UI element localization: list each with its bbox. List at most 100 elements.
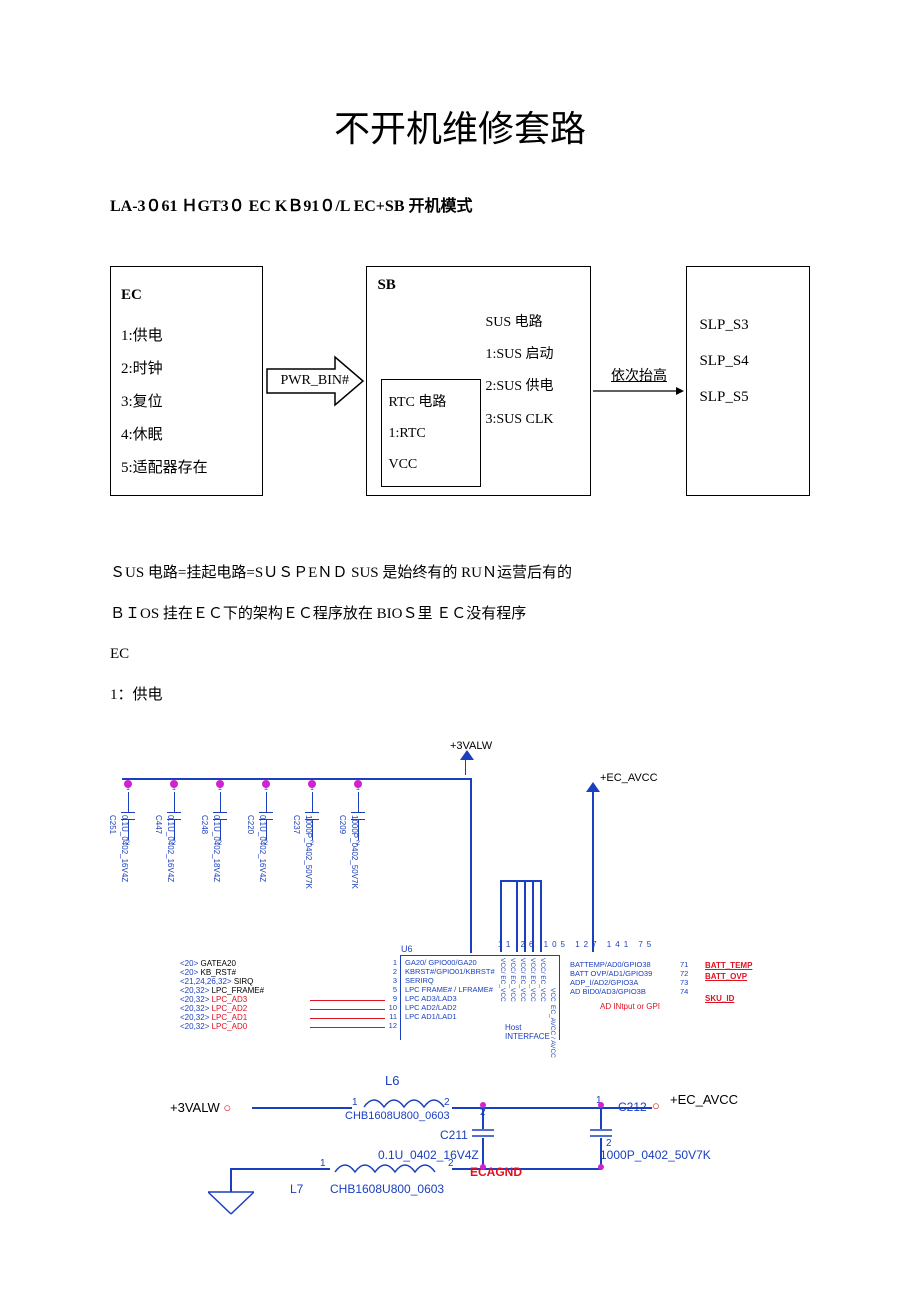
junction-icon [478,1162,488,1172]
ec-item: 3:复位 [121,386,252,419]
vcc-label: VCC/ EC_VCC [518,958,527,1002]
arrow-pwrbin: PWR_BIN# [263,351,366,411]
ec-item: 1:供电 [121,320,252,353]
subtitle: LA-3０61 ＨGT3０ EC KＢ91０/L EC+SB 开机模式 [110,192,810,216]
sb-sus-col: SUS 电路 1:SUS 启动 2:SUS 供电 3:SUS CLK [485,307,553,436]
schematic-diagram: +3VALW +EC_AVCC 1 2 C251 0.1U_0402_16V4Z… [110,730,810,1210]
ec-item: 5:适配器存在 [121,452,252,485]
body-text: ＳUS 电路=挂起电路=SＵＳＰEＮＤ SUS 是始终有的 RUＮ运营后有的 Ｂ… [110,556,810,712]
sb-box: SB SUS 电路 1:SUS 启动 2:SUS 供电 3:SUS CLK RT… [366,266,591,496]
flow-diagram: EC 1:供电 2:时钟 3:复位 4:休眠 5:适配器存在 PWR_BIN# … [110,266,810,496]
capacitor: 1 2 C220 0.1U_0402_16V4Z [248,785,284,847]
vcc-label: VCC/ EC_VCC [498,958,507,1002]
rail-avcc: +EC_AVCC [600,772,658,784]
capacitor-bank: 1 2 C251 0.1U_0402_16V4Z 1 2 C447 0.1U_0… [110,785,430,935]
ec-item: 4:休眠 [121,419,252,452]
inductor-icon [330,1160,440,1178]
lc-C212: C212 [618,1100,647,1114]
lc-L7: L7 [290,1182,303,1196]
signal-row: <20,32> LPC_AD1 [180,1013,264,1022]
arrow-label: PWR_BIN# [281,373,349,389]
chip-left-pins: GA20/ GPIO00/GA20KBRST#/GPIO01/KBRST#SER… [405,958,495,1021]
lc-C212-val: 1000P_0402_50V7K [600,1148,711,1162]
junction-icon [124,780,132,788]
vcc-label: VCC [548,988,557,1002]
lc-L7-part: CHB1608U800_0603 [330,1182,444,1196]
sb-rtc-box: RTC 电路 1:RTC VCC [381,379,481,487]
batt-net: SKU_ID [705,993,752,1004]
slp-box: SLP_S3 SLP_S4 SLP_S5 [686,266,810,496]
para3: EC [110,637,810,672]
sb-header: SB [377,277,580,294]
batt-pin-num: 72 [680,969,688,978]
signal-row: <20,32> LPC_AD2 [180,1004,264,1013]
sus-item: 2:SUS 供电 [485,371,553,403]
lc-filter-section: +3VALW ○ L6 1 2 CHB1608U800_0603 2 C211 … [170,1070,790,1210]
junction-icon [596,1100,606,1110]
power-arrow-icon [460,750,474,760]
junction-icon [216,780,224,788]
chip-batt-nums: 71727374 [680,960,688,996]
rtc-item: 1:RTC [388,419,474,450]
batt-net [705,982,752,993]
para2: ＢＩOS 挂在ＥＣ下的架构ＥＣ程序放在 BIOＳ里 ＥＣ没有程序 [110,597,810,632]
signal-row: <20,32> LPC_AD0 [180,1022,264,1031]
vcc-label: VCC/ EC_VCC [538,958,547,1002]
batt-pin-num: 74 [680,987,688,996]
capacitor: 1 2 C251 0.1U_0402_16V4Z [110,785,146,847]
para4: 1：供电 [110,678,810,713]
chip-label: U6 [401,944,413,954]
chip-pin-label: LPC AD1/LAD1 [405,1012,495,1021]
red-wires [310,962,390,1032]
junction-icon [262,780,270,788]
ground-icon [208,1190,254,1216]
signal-row: <21,24,26,32> SIRQ [180,977,264,986]
capacitor: 1 2 C237 1000P_0402_50V7K [294,785,330,847]
vcc-label: VCC/ EC_VCC [508,958,517,1002]
signal-row: <20,32> LPC_AD3 [180,995,264,1004]
lc-3valw: +3VALW ○ [170,1100,231,1115]
sus-item: 3:SUS CLK [485,404,553,436]
capacitor: 1 2 C209 1000P_0402_50V7K [340,785,376,847]
chip-vcc-labels: VCC/ EC_VCCVCC/ EC_VCCVCC/ EC_VCCVCC/ EC… [495,958,557,1061]
batt-net: BATT_TEMP [705,960,752,971]
para1: ＳUS 电路=挂起电路=SＵＳＰEＮＤ SUS 是始终有的 RUＮ运营后有的 [110,556,810,591]
host-interface-label: HostINTERFACE [505,1023,550,1041]
vcc-label: VCC/ EC_VCC [528,958,537,1002]
capacitor: 1 2 C248 0.1U_0402_18V4Z [202,785,238,847]
chip-pin-label: GA20/ GPIO00/GA20 [405,958,495,967]
slp-item: SLP_S4 [699,343,797,379]
chip-pin-label: LPC FRAME# / LFRAME# [405,985,495,994]
ad-note: AD INtput or GPI [600,1002,660,1011]
ec-item: 2:时钟 [121,353,252,386]
lc-L6: L6 [385,1073,399,1088]
wire [592,790,594,952]
svg-text:1: 1 [352,1097,358,1108]
batt-pin: AD BID0/AD3/GPIO3B [570,987,652,996]
signal-row: <20> GATEA20 [180,959,264,968]
capacitor: 1 2 C447 0.1U_0402_16V4Z [156,785,192,847]
wire [500,880,542,882]
sus-item: 1:SUS 启动 [485,339,553,371]
slp-item: SLP_S5 [699,379,797,415]
chip-pin-label: SERIRQ [405,976,495,985]
arrow-label: 依次抬高 [611,365,667,385]
line-arrow-icon [591,385,686,397]
svg-text:2: 2 [444,1097,450,1108]
capacitor-icon [590,1128,612,1138]
open-node-icon: ○ [223,1100,231,1115]
lc-L6-part: CHB1608U800_0603 [345,1110,450,1122]
signal-row: <20> KB_RST# [180,968,264,977]
batt-pin: ADP_I/AD2/GPIO3A [570,978,652,987]
junction-icon [478,1100,488,1110]
rtc-title: RTC 电路 [388,388,474,419]
batt-pin: BATT OVP/AD1/GPIO39 [570,969,652,978]
batt-pin: BATTEMP/AD0/GPIO38 [570,960,652,969]
left-signals: <20> GATEA20<20> KB_RST#<21,24,26,32> SI… [180,959,264,1031]
sus-title: SUS 电路 [485,307,553,339]
chip-batt-red: BATT_TEMPBATT_OVP SKU_ID [705,960,752,1004]
junction-icon [308,780,316,788]
batt-pin-num: 71 [680,960,688,969]
batt-pin-num: 73 [680,978,688,987]
chip-batt-pins: BATTEMP/AD0/GPIO38BATT OVP/AD1/GPIO39ADP… [570,960,652,996]
